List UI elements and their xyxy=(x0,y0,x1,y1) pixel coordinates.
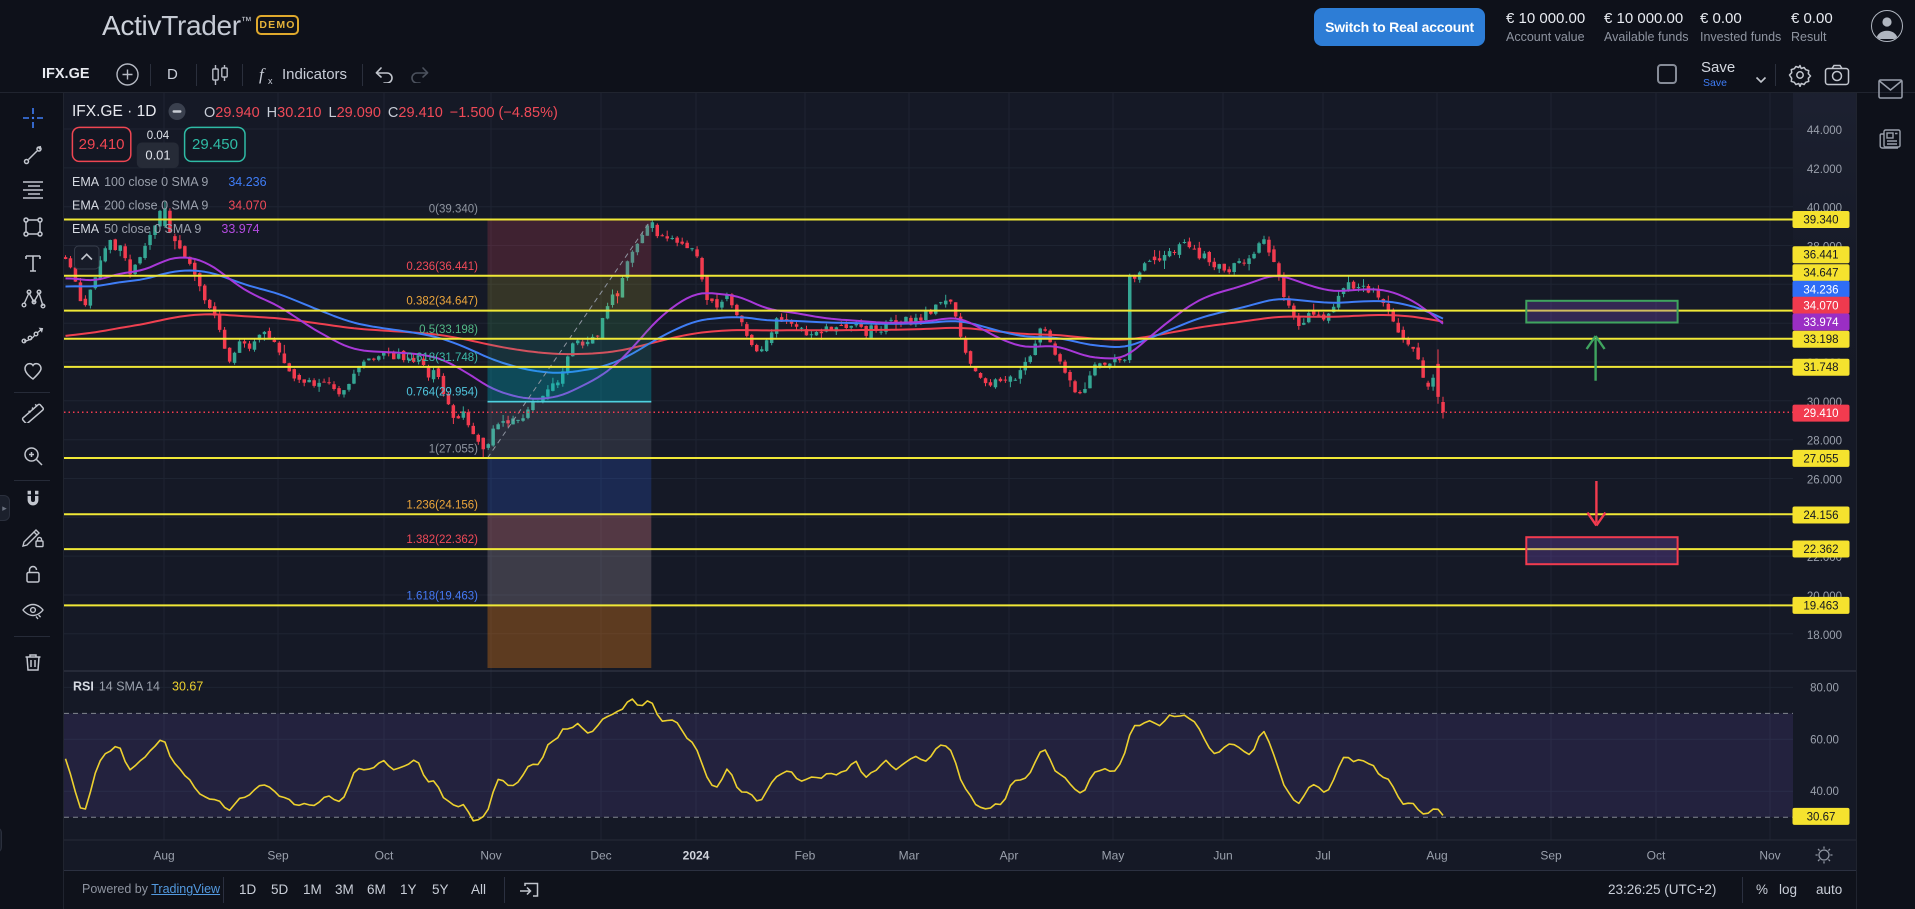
svg-text:34.647: 34.647 xyxy=(1803,268,1838,280)
svg-text:Jul: Jul xyxy=(1315,849,1330,863)
svg-text:60.00: 60.00 xyxy=(1810,734,1839,746)
svg-text:x: x xyxy=(268,76,273,86)
svg-text:Jun: Jun xyxy=(1213,849,1232,863)
svg-text:Sep: Sep xyxy=(1540,849,1562,863)
svg-text:33.974: 33.974 xyxy=(1803,317,1839,329)
svg-text:24.156: 24.156 xyxy=(1803,510,1838,522)
svg-text:Nov: Nov xyxy=(480,849,501,863)
svg-text:29.450: 29.450 xyxy=(192,136,238,153)
svg-text:f: f xyxy=(259,65,266,84)
svg-text:34.236: 34.236 xyxy=(1803,284,1838,296)
svg-text:80.00: 80.00 xyxy=(1810,682,1839,694)
svg-text:0.236(36.441): 0.236(36.441) xyxy=(406,261,478,273)
svg-text:O29.940H30.210L29.090C29.410−1: O29.940H30.210L29.090C29.410−1.500 (−4.8… xyxy=(204,105,558,121)
svg-text:34.070: 34.070 xyxy=(1803,300,1838,312)
svg-text:39.340: 39.340 xyxy=(1803,215,1838,227)
svg-text:44.000: 44.000 xyxy=(1807,125,1842,137)
svg-text:42.000: 42.000 xyxy=(1807,164,1842,176)
svg-text:0.618(31.748): 0.618(31.748) xyxy=(406,352,478,364)
svg-text:36.441: 36.441 xyxy=(1803,250,1838,262)
svg-text:May: May xyxy=(1102,849,1125,863)
svg-text:18.000: 18.000 xyxy=(1807,630,1842,642)
svg-text:Aug: Aug xyxy=(1426,849,1447,863)
svg-text:0.5(33.198): 0.5(33.198) xyxy=(419,324,478,336)
svg-text:Dec: Dec xyxy=(590,849,611,863)
svg-text:2024: 2024 xyxy=(683,849,710,863)
svg-text:0.01: 0.01 xyxy=(145,148,170,163)
svg-text:29.410: 29.410 xyxy=(1803,408,1838,420)
svg-text:Apr: Apr xyxy=(1000,849,1019,863)
svg-text:Aug: Aug xyxy=(153,849,174,863)
svg-text:30.67: 30.67 xyxy=(1807,811,1836,823)
svg-text:Mar: Mar xyxy=(899,849,920,863)
svg-text:29.410: 29.410 xyxy=(79,136,125,153)
svg-text:RSI14 SMA 1430.67: RSI14 SMA 1430.67 xyxy=(73,680,203,694)
svg-text:0.04: 0.04 xyxy=(147,130,170,142)
svg-text:Feb: Feb xyxy=(795,849,816,863)
svg-text:0.382(34.647): 0.382(34.647) xyxy=(406,296,478,308)
svg-text:1.236(24.156): 1.236(24.156) xyxy=(406,500,478,512)
svg-text:26.000: 26.000 xyxy=(1807,475,1842,487)
svg-text:Oct: Oct xyxy=(1647,849,1666,863)
svg-text:40.00: 40.00 xyxy=(1810,786,1839,798)
svg-text:19.463: 19.463 xyxy=(1803,600,1838,612)
svg-text:22.362: 22.362 xyxy=(1803,544,1838,556)
svg-text:0.764(29.954): 0.764(29.954) xyxy=(406,387,478,399)
svg-text:IFX.GE · 1D: IFX.GE · 1D xyxy=(72,103,156,120)
svg-text:Sep: Sep xyxy=(267,849,289,863)
svg-text:1(27.055): 1(27.055) xyxy=(429,444,478,456)
svg-text:1.618(19.463): 1.618(19.463) xyxy=(406,591,478,603)
svg-text:27.055: 27.055 xyxy=(1803,453,1838,465)
svg-text:28.000: 28.000 xyxy=(1807,436,1842,448)
svg-text:Nov: Nov xyxy=(1759,849,1780,863)
svg-text:Oct: Oct xyxy=(375,849,394,863)
svg-text:0(39.340): 0(39.340) xyxy=(429,204,478,216)
svg-text:1.382(22.362): 1.382(22.362) xyxy=(406,534,478,546)
svg-text:31.748: 31.748 xyxy=(1803,362,1838,374)
svg-text:33.198: 33.198 xyxy=(1803,334,1838,346)
